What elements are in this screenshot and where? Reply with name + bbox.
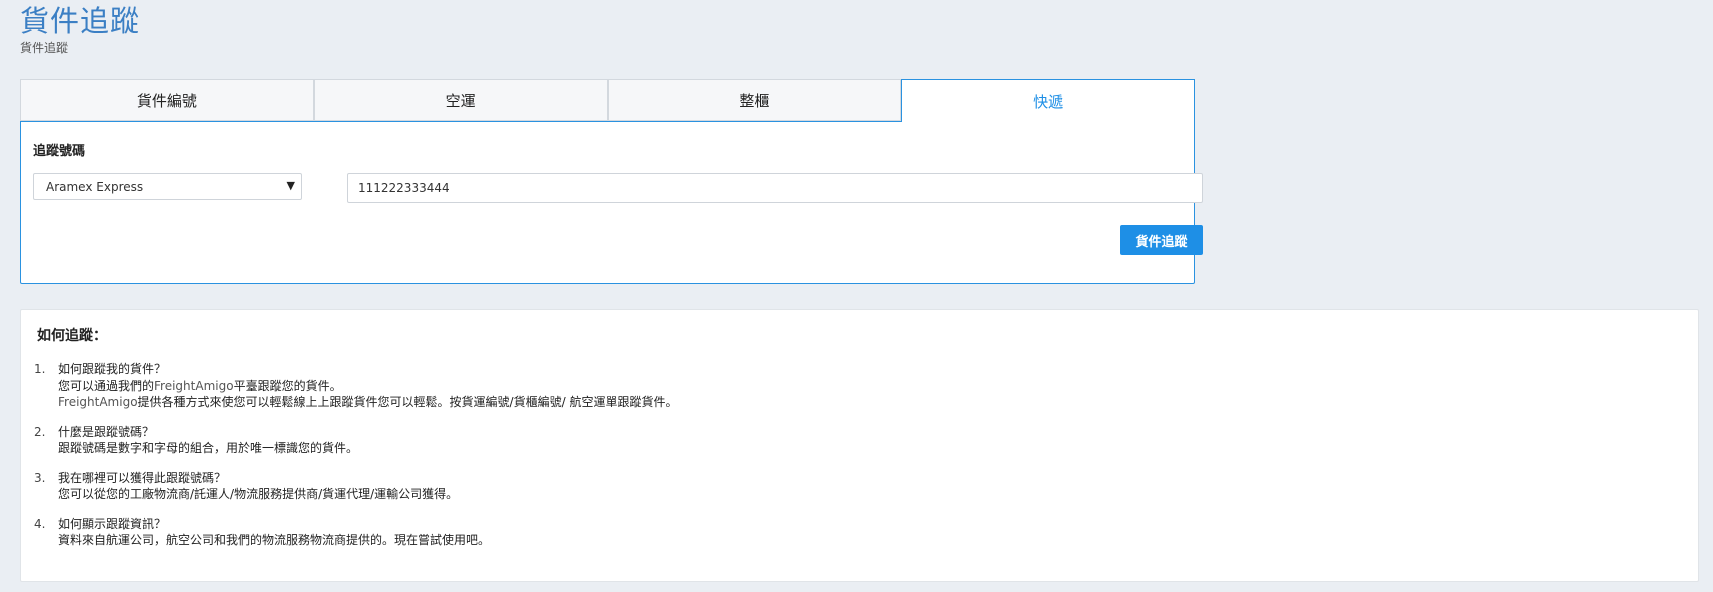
faq-answer-text: 提供各種方式來使您可以輕鬆線上上跟蹤貨件您可以輕鬆。按貨運編號/貨櫃編號/ 航空… (137, 395, 678, 409)
tracking-number-label: 追蹤號碼 (33, 144, 86, 159)
caret-down-icon: ▼ (286, 179, 295, 192)
tracking-number-input[interactable] (347, 173, 1203, 203)
track-shipment-button[interactable]: 貨件追蹤 (1120, 225, 1203, 255)
faq-question: 如何跟蹤我的貨件？ (58, 362, 167, 376)
faq-answer: 資料來自航運公司，航空公司和我們的物流服務物流商提供的。現在嘗試使用吧。 (58, 533, 491, 547)
faq-item: 4. 如何顯示跟蹤資訊？ 資料來自航運公司，航空公司和我們的物流服務物流商提供的… (34, 516, 677, 549)
faq-answer: 跟蹤號碼是數字和字母的組合，用於唯一標識您的貨件。 (58, 441, 359, 455)
tracking-card: 貨件編號 空運 整櫃 快遞 追蹤號碼 Aramex Express ▼ 貨件追蹤 (20, 79, 1203, 284)
faq-answer-text: 您可以通過我們的 (58, 378, 155, 393)
faq-question: 我在哪裡可以獲得此跟蹤號碼？ (58, 470, 227, 485)
carrier-select[interactable]: Aramex Express ▼ (33, 173, 302, 200)
tab-full-container[interactable]: 整櫃 (607, 79, 902, 121)
faq-item-number: 3. (34, 470, 46, 485)
carrier-selected-value: Aramex Express (46, 179, 144, 194)
faq-list: 1. 如何跟蹤我的貨件？ 您可以通過我們的FreightAmigo平臺跟蹤您的貨… (34, 361, 677, 562)
tracking-tabs: 貨件編號 空運 整櫃 快遞 (20, 79, 1195, 122)
faq-item-number: 1. (34, 362, 46, 376)
tab-shipment-number[interactable]: 貨件編號 (20, 79, 314, 121)
faq-item: 3. 我在哪裡可以獲得此跟蹤號碼？ 您可以從您的工廠物流商/託運人/物流服務提供… (34, 470, 677, 503)
brand-name: FreightAmigo (58, 395, 138, 409)
faq-item: 1. 如何跟蹤我的貨件？ 您可以通過我們的FreightAmigo平臺跟蹤您的貨… (34, 361, 677, 411)
faq-item-number: 4. (34, 516, 46, 531)
brand-name: FreightAmigo (154, 378, 234, 393)
faq-title: 如何追蹤： (37, 328, 107, 344)
faq-question: 如何顯示跟蹤資訊？ (58, 516, 167, 531)
faq-card: 如何追蹤： 1. 如何跟蹤我的貨件？ 您可以通過我們的FreightAmigo平… (20, 309, 1699, 582)
faq-item: 2. 什麼是跟蹤號碼？ 跟蹤號碼是數字和字母的組合，用於唯一標識您的貨件。 (34, 424, 677, 457)
page-title: 貨件追蹤 (20, 4, 141, 38)
faq-answer: 您可以從您的工廠物流商/託運人/物流服務提供商/貨運代理/運輸公司獲得。 (58, 487, 459, 501)
page-header: 貨件追蹤 貨件追蹤 (20, 2, 140, 56)
tab-express[interactable]: 快遞 (901, 79, 1195, 122)
faq-question: 什麼是跟蹤號碼？ (58, 424, 155, 439)
faq-answer: FreightAmigo提供各種方式來使您可以輕鬆線上上跟蹤貨件您可以輕鬆。按貨… (58, 394, 677, 411)
faq-item-number: 2. (34, 424, 46, 439)
tab-air-freight[interactable]: 空運 (313, 79, 608, 121)
breadcrumb: 貨件追蹤 (20, 41, 69, 55)
faq-answer-text: 平臺跟蹤您的貨件。 (233, 378, 342, 393)
faq-answer: 您可以通過我們的FreightAmigo平臺跟蹤您的貨件。 (58, 378, 677, 395)
tracking-panel: 追蹤號碼 Aramex Express ▼ 貨件追蹤 (20, 121, 1203, 284)
